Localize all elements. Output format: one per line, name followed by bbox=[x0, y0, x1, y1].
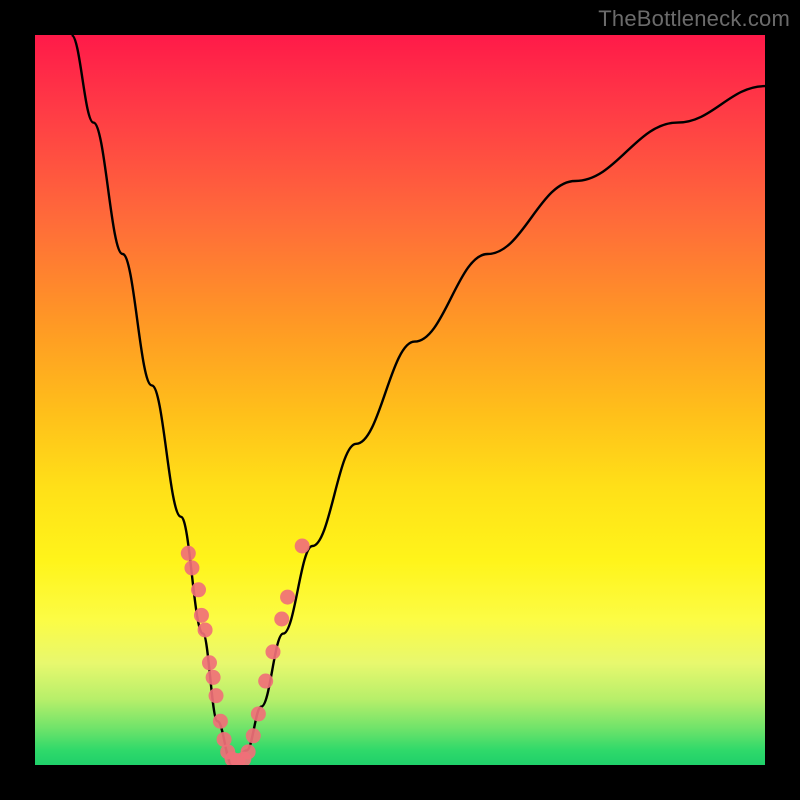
sample-point bbox=[184, 560, 199, 575]
watermark-text: TheBottleneck.com bbox=[598, 6, 790, 32]
bottleneck-curve bbox=[72, 35, 766, 765]
sample-point bbox=[206, 670, 221, 685]
sample-point bbox=[280, 590, 295, 605]
sample-point bbox=[181, 546, 196, 561]
sample-point bbox=[295, 539, 310, 554]
sample-point bbox=[191, 582, 206, 597]
sample-point bbox=[213, 714, 228, 729]
sample-point bbox=[198, 622, 213, 637]
sample-points bbox=[181, 539, 310, 766]
bottleneck-curve-path bbox=[72, 35, 766, 765]
sample-point bbox=[194, 608, 209, 623]
sample-point bbox=[274, 612, 289, 627]
sample-point bbox=[209, 688, 224, 703]
sample-point bbox=[258, 674, 273, 689]
sample-point bbox=[265, 644, 280, 659]
chart-svg bbox=[35, 35, 765, 765]
chart-frame: TheBottleneck.com bbox=[0, 0, 800, 800]
sample-point bbox=[241, 744, 256, 759]
sample-point bbox=[251, 706, 266, 721]
sample-point bbox=[246, 728, 261, 743]
sample-point bbox=[202, 655, 217, 670]
plot-area bbox=[35, 35, 765, 765]
